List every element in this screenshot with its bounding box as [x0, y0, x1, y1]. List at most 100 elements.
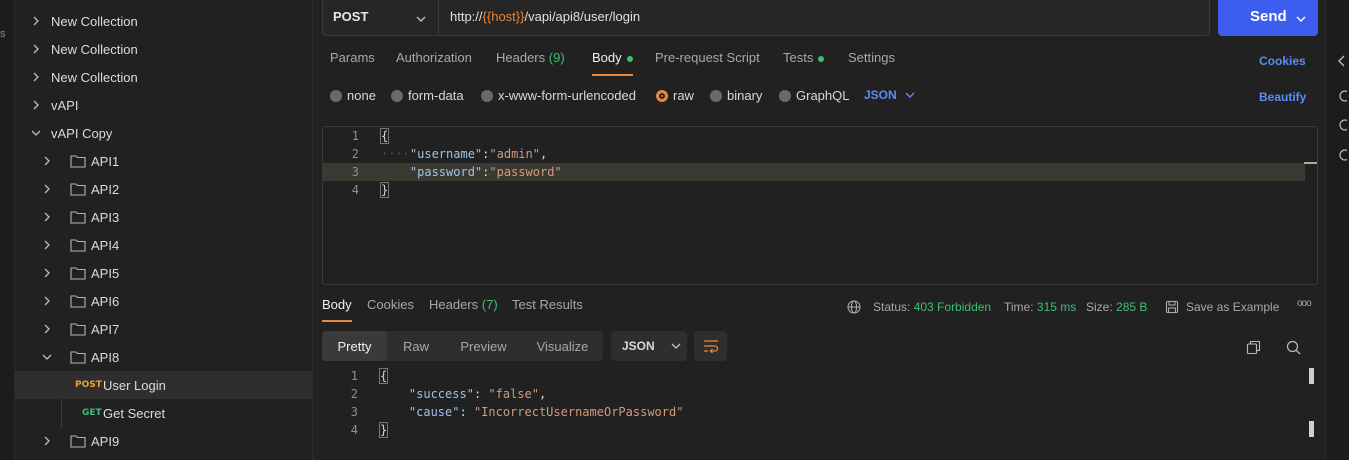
tab-body[interactable]: Body	[592, 50, 633, 78]
body-format-select[interactable]: JSON	[864, 88, 915, 102]
radio-urlencoded[interactable]: x-www-form-urlencoded	[481, 88, 636, 103]
radio-graphql[interactable]: GraphQL	[779, 88, 849, 103]
request-item[interactable]: GET Get Secret	[15, 399, 312, 427]
folder-item[interactable]: API2	[15, 175, 312, 203]
tree-item-label: New Collection	[51, 13, 138, 29]
folder-item[interactable]: API9	[15, 427, 312, 455]
collection-item[interactable]: New Collection	[15, 63, 312, 91]
chevron-right-icon[interactable]	[40, 210, 54, 224]
response-format-select[interactable]: JSON	[611, 331, 687, 361]
folder-item[interactable]: API5	[15, 259, 312, 287]
comments-icon[interactable]	[1334, 89, 1348, 103]
tab-settings[interactable]: Settings	[848, 50, 895, 78]
response-status: Status: 403 Forbidden	[873, 300, 991, 314]
history-icon[interactable]	[1334, 148, 1348, 162]
chevron-right-icon[interactable]	[29, 70, 43, 84]
code-line: 2 ····"username":"admin",	[323, 145, 1305, 163]
method-select[interactable]: POST	[323, 0, 439, 35]
copy-icon[interactable]	[1244, 338, 1262, 356]
radio-raw[interactable]: raw	[656, 88, 694, 103]
tab-headers[interactable]: Headers (9)	[496, 50, 565, 78]
tab-pre-request-script[interactable]: Pre-request Script	[655, 50, 760, 78]
tab-response-cookies[interactable]: Cookies	[367, 297, 414, 323]
response-time: Time: 315 ms	[1004, 300, 1076, 314]
format-label: JSON	[622, 339, 655, 353]
tab-tests[interactable]: Tests	[783, 50, 825, 78]
chevron-right-icon[interactable]	[40, 238, 54, 252]
tree-item-label: New Collection	[51, 69, 138, 85]
info-icon[interactable]	[1334, 118, 1348, 132]
chevron-right-icon[interactable]	[29, 98, 43, 112]
chevron-down-icon	[416, 12, 426, 27]
folder-item[interactable]: API4	[15, 231, 312, 259]
save-icon[interactable]	[1164, 299, 1180, 315]
chevron-right-icon[interactable]	[40, 182, 54, 196]
tree-item-label: API5	[91, 265, 120, 281]
tab-test-results[interactable]: Test Results	[512, 297, 583, 323]
folder-icon	[70, 210, 86, 224]
request-body-editor[interactable]: 1 { 2 ····"username":"admin", 3 "passwor…	[322, 126, 1318, 285]
radio-label: binary	[727, 88, 763, 103]
send-button[interactable]: Send	[1218, 0, 1318, 36]
code-line: 2 "success": "false",	[322, 385, 1304, 403]
scrollbar-thumb[interactable]	[1309, 421, 1314, 437]
code-line-highlighted: 3 "password":"password"	[323, 163, 1305, 181]
wrap-lines-button[interactable]	[694, 331, 727, 361]
radio-form-data[interactable]: form-data	[391, 88, 464, 103]
view-preview[interactable]: Preview	[445, 331, 522, 361]
folder-item[interactable]: API6	[15, 287, 312, 315]
chevron-down-icon[interactable]	[29, 126, 43, 140]
chevron-down-icon[interactable]	[1296, 11, 1306, 28]
collection-item[interactable]: New Collection	[15, 7, 312, 35]
tab-response-body[interactable]: Body	[322, 297, 352, 323]
chevron-right-icon[interactable]	[29, 42, 43, 56]
beautify-link[interactable]: Beautify	[1259, 90, 1306, 104]
tab-params[interactable]: Params	[330, 50, 375, 78]
chevron-down-icon[interactable]	[40, 350, 54, 364]
cookies-link[interactable]: Cookies	[1259, 54, 1306, 68]
tree-item-label: API2	[91, 181, 120, 197]
json-key: "success"	[408, 387, 474, 401]
collection-item[interactable]: New Collection	[15, 35, 312, 63]
folder-item[interactable]: API7	[15, 315, 312, 343]
save-as-example-button[interactable]: Save as Example	[1186, 300, 1279, 314]
folder-icon	[70, 154, 86, 168]
folder-item[interactable]: API8	[15, 343, 312, 371]
view-raw[interactable]: Raw	[387, 331, 445, 361]
more-options-icon[interactable]: ooo	[1297, 298, 1312, 309]
scrollbar[interactable]	[1304, 162, 1317, 164]
url-input[interactable]: http://{{host}}/vapi/api8/user/login	[439, 0, 640, 35]
code-line: 1 {	[323, 127, 1305, 145]
brace: {	[379, 128, 390, 144]
response-body-viewer[interactable]: 1 { 2 "success": "false", 3 "cause": "In…	[322, 366, 1318, 460]
collections-sidebar: New Collection New Collection New Collecti…	[15, 0, 313, 460]
brace: }	[378, 422, 389, 438]
folder-item[interactable]: API3	[15, 203, 312, 231]
code-icon[interactable]	[1334, 54, 1348, 68]
request-item[interactable]: POST User Login	[15, 371, 312, 399]
collection-item[interactable]: vAPI Copy	[15, 119, 312, 147]
radio-label: form-data	[408, 88, 464, 103]
chevron-right-icon[interactable]	[40, 322, 54, 336]
collection-item[interactable]: vAPI	[15, 91, 312, 119]
globe-icon[interactable]	[846, 299, 862, 315]
line-number: 3	[351, 165, 359, 179]
chevron-right-icon[interactable]	[40, 266, 54, 280]
chevron-right-icon[interactable]	[40, 154, 54, 168]
tab-response-headers[interactable]: Headers (7)	[429, 297, 498, 323]
code-text: {	[378, 367, 389, 385]
tab-authorization[interactable]: Authorization	[396, 50, 472, 78]
radio-none[interactable]: none	[330, 88, 376, 103]
code-text: "password":"password"	[381, 163, 562, 181]
folder-item[interactable]: API1	[15, 147, 312, 175]
view-pretty[interactable]: Pretty	[322, 331, 387, 361]
chevron-right-icon[interactable]	[40, 294, 54, 308]
chevron-right-icon[interactable]	[29, 14, 43, 28]
view-visualize[interactable]: Visualize	[522, 331, 603, 361]
search-icon[interactable]	[1284, 338, 1302, 356]
format-label: JSON	[864, 88, 897, 102]
scrollbar-thumb[interactable]	[1309, 368, 1314, 384]
radio-binary[interactable]: binary	[710, 88, 762, 103]
url-prefix: http://	[450, 8, 483, 24]
chevron-right-icon[interactable]	[40, 434, 54, 448]
